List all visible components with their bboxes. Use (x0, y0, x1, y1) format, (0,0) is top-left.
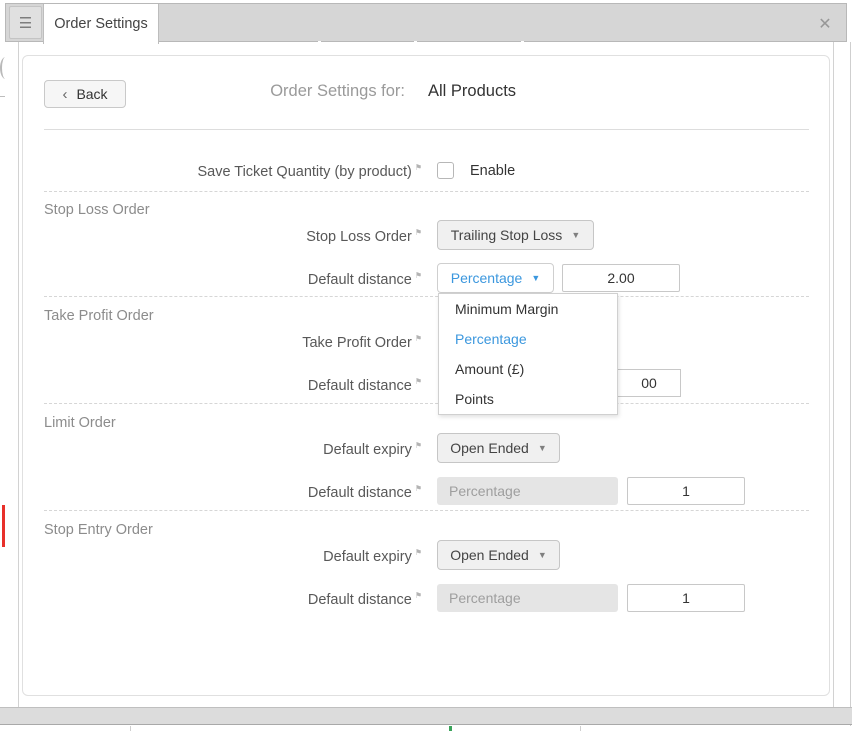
chevron-left-icon: ‹ (62, 87, 67, 102)
stop-entry-distance-label: Default distance⚑ (23, 591, 422, 608)
background-divider (130, 726, 131, 731)
menu-item-minimum-margin[interactable]: Minimum Margin (439, 294, 617, 324)
stop-entry-distance-type-field (437, 584, 618, 612)
take-profit-distance-label: Default distance⚑ (23, 377, 422, 394)
limit-expiry-value: Open Ended (450, 440, 529, 456)
menu-button[interactable]: ☰ (9, 6, 42, 39)
close-icon: ✕ (818, 14, 831, 34)
menu-item-amount[interactable]: Amount (£) (439, 354, 617, 384)
tooltip-flag-icon: ⚑ (415, 591, 422, 600)
divider (44, 129, 809, 130)
stop-loss-order-value: Trailing Stop Loss (451, 227, 563, 243)
dialog-right-edge (833, 42, 834, 707)
chevron-down-icon: ▼ (571, 231, 580, 240)
distance-type-menu: Minimum Margin Percentage Amount (£) Poi… (438, 293, 618, 415)
section-title-take-profit: Take Profit Order (44, 308, 154, 324)
tooltip-flag-icon: ⚑ (415, 377, 422, 386)
dialog-footer (0, 707, 852, 725)
limit-distance-input[interactable] (627, 477, 745, 505)
tooltip-flag-icon: ⚑ (415, 271, 422, 280)
background-tab-notch (318, 41, 321, 46)
divider (44, 296, 809, 297)
background-divider (580, 726, 581, 731)
take-profit-distance-value: 00 (641, 375, 657, 391)
hamburger-icon: ☰ (19, 14, 32, 32)
limit-expiry-label: Default expiry⚑ (23, 441, 422, 458)
tab-order-settings[interactable]: Order Settings (43, 4, 159, 44)
limit-distance-type-field (437, 477, 618, 505)
divider (44, 510, 809, 511)
section-title-limit-order: Limit Order (44, 415, 116, 431)
page-title: Order Settings for: (123, 82, 405, 101)
background-page-edge (850, 42, 851, 726)
stop-entry-expiry-dropdown[interactable]: Open Ended ▼ (437, 540, 560, 570)
dialog-left-edge (18, 42, 19, 707)
background-tab-notch (414, 41, 417, 46)
stop-entry-expiry-label: Default expiry⚑ (23, 548, 422, 565)
stop-loss-order-label: Stop Loss Order⚑ (23, 228, 422, 245)
menu-item-points[interactable]: Points (439, 384, 617, 414)
stop-entry-expiry-value: Open Ended (450, 547, 529, 563)
stop-loss-distance-input[interactable] (562, 264, 680, 292)
limit-expiry-dropdown[interactable]: Open Ended ▼ (437, 433, 560, 463)
stop-loss-distance-type-value: Percentage (451, 270, 523, 286)
divider (44, 191, 809, 192)
divider (44, 403, 809, 404)
take-profit-order-label: Take Profit Order⚑ (23, 334, 422, 351)
tooltip-flag-icon: ⚑ (415, 441, 422, 450)
chevron-down-icon: ▼ (531, 274, 540, 283)
stop-loss-distance-type-dropdown[interactable]: Percentage ▼ (437, 263, 554, 293)
chevron-down-icon: ▼ (538, 551, 547, 560)
limit-distance-label: Default distance⚑ (23, 484, 422, 501)
tooltip-flag-icon: ⚑ (415, 334, 422, 343)
order-settings-panel: ‹ Back Order Settings for: All Products … (22, 55, 830, 696)
tooltip-flag-icon: ⚑ (415, 228, 422, 237)
take-profit-distance-input[interactable]: 00 (618, 369, 681, 397)
tooltip-flag-icon: ⚑ (415, 163, 422, 172)
stop-loss-order-dropdown[interactable]: Trailing Stop Loss ▼ (437, 220, 594, 250)
close-button[interactable]: ✕ (814, 13, 836, 35)
background-tab-notch (521, 41, 524, 46)
page-title-scope: All Products (428, 82, 516, 101)
back-button[interactable]: ‹ Back (44, 80, 126, 108)
enable-checkbox[interactable] (437, 162, 454, 179)
background-green-tick (449, 726, 452, 731)
stop-loss-distance-label: Default distance⚑ (23, 271, 422, 288)
tab-label: Order Settings (54, 16, 148, 32)
tooltip-flag-icon: ⚑ (415, 548, 422, 557)
tooltip-flag-icon: ⚑ (415, 484, 422, 493)
dialog-titlebar: ☰ Order Settings ✕ (5, 3, 847, 42)
stop-entry-distance-input[interactable] (627, 584, 745, 612)
section-title-stop-loss: Stop Loss Order (44, 202, 150, 218)
back-button-label: Back (76, 86, 107, 102)
save-ticket-quantity-label: Save Ticket Quantity (by product)⚑ (23, 163, 422, 180)
chevron-down-icon: ▼ (538, 444, 547, 453)
menu-item-percentage[interactable]: Percentage (439, 324, 617, 354)
enable-label: Enable (470, 163, 515, 179)
section-title-stop-entry: Stop Entry Order (44, 522, 153, 538)
